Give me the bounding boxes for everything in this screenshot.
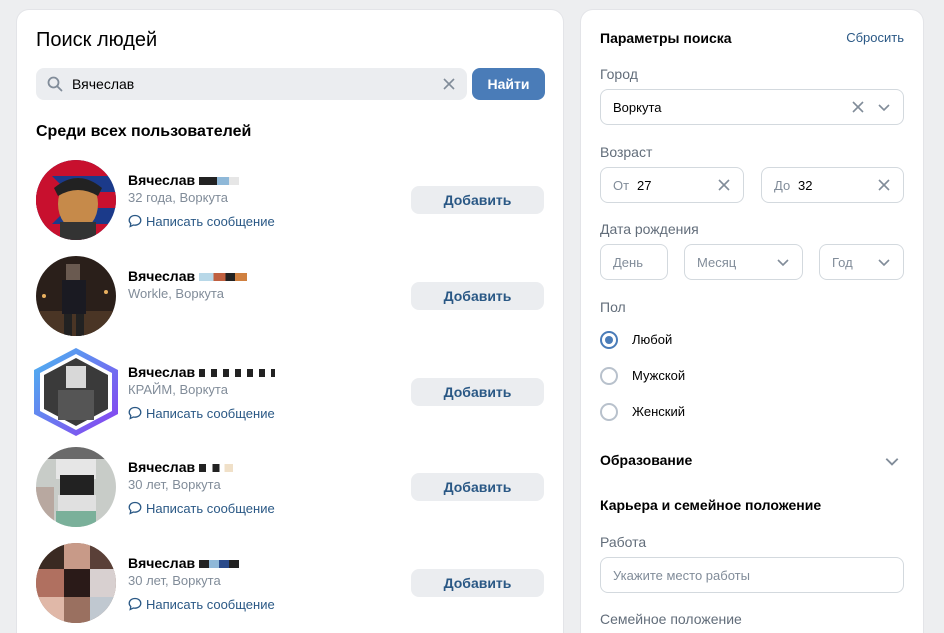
age-from-prefix: От (613, 178, 630, 193)
sex-option-label: Мужской (632, 368, 686, 383)
avatar[interactable] (36, 160, 116, 240)
birth-day-placeholder: День (613, 255, 643, 270)
sex-option-female[interactable]: Женский (600, 402, 800, 422)
user-card: Вячеслав 32 года, Воркута Написать сообщ… (36, 160, 546, 242)
work-placeholder: Укажите место работы (613, 568, 750, 583)
user-name[interactable]: Вячеслав (128, 364, 276, 380)
work-label: Работа (600, 534, 647, 550)
user-card: Вячеслав КРАЙМ, Воркута Написать сообщен… (34, 348, 546, 436)
user-card: Вячеслав 30 лет, Воркута Написать сообще… (36, 447, 546, 529)
clear-icon[interactable] (877, 178, 891, 192)
chevron-down-icon (878, 259, 890, 267)
birth-month-placeholder: Месяц (697, 255, 737, 270)
message-icon (128, 501, 142, 515)
sex-option-male[interactable]: Мужской (600, 366, 800, 386)
radio-icon (600, 331, 618, 349)
user-card: Вячеслав 30 лет, Воркута Написать сообще… (36, 543, 546, 625)
user-name[interactable]: Вячеслав (128, 268, 248, 284)
radio-icon (600, 367, 618, 385)
sex-option-label: Любой (632, 332, 673, 347)
chevron-down-icon[interactable] (884, 453, 900, 469)
city-label: Город (600, 66, 638, 82)
age-to-field[interactable]: До 32 (761, 167, 904, 203)
birth-day-select[interactable]: День (600, 244, 668, 280)
add-friend-button[interactable]: Добавить (411, 282, 544, 310)
find-button[interactable]: Найти (472, 68, 545, 100)
search-query: Вячеслав (72, 76, 135, 92)
age-label: Возраст (600, 144, 653, 160)
user-subtitle: 30 лет, Воркута (128, 477, 221, 492)
add-friend-button[interactable]: Добавить (411, 473, 544, 501)
section-title: Среди всех пользователей (36, 123, 252, 140)
avatar[interactable] (36, 256, 116, 336)
user-name[interactable]: Вячеслав (128, 172, 240, 188)
user-subtitle: 30 лет, Воркута (128, 573, 221, 588)
page-title: Поиск людей (36, 29, 158, 51)
family-status-label: Семейное положение (600, 611, 742, 627)
user-subtitle: КРАЙМ, Воркута (128, 382, 228, 397)
radio-icon (600, 403, 618, 421)
avatar[interactable] (34, 348, 118, 436)
chevron-down-icon[interactable] (877, 100, 891, 114)
people-search-panel: Поиск людей Вячеслав Найти Среди всех по… (17, 10, 563, 633)
add-friend-button[interactable]: Добавить (411, 378, 544, 406)
clear-icon[interactable] (851, 100, 865, 114)
birth-date-label: Дата рождения (600, 221, 699, 237)
user-subtitle: Workle, Воркута (128, 286, 224, 301)
work-input[interactable]: Укажите место работы (600, 557, 904, 593)
write-message-link[interactable]: Написать сообщение (128, 214, 275, 229)
write-message-link[interactable]: Написать сообщение (128, 406, 275, 421)
city-select[interactable]: Воркута (600, 89, 904, 125)
chevron-down-icon (777, 259, 789, 267)
add-friend-button[interactable]: Добавить (411, 186, 544, 214)
user-name[interactable]: Вячеслав (128, 555, 240, 571)
avatar[interactable] (36, 447, 116, 527)
clear-icon[interactable] (441, 76, 457, 92)
avatar[interactable] (36, 543, 116, 623)
career-section-title: Карьера и семейное положение (600, 497, 822, 513)
birth-year-select[interactable]: Год (819, 244, 904, 280)
birth-year-placeholder: Год (832, 255, 853, 270)
reset-link[interactable]: Сбросить (846, 30, 904, 45)
age-from-field[interactable]: От 27 (600, 167, 744, 203)
message-icon (128, 214, 142, 228)
search-icon (47, 76, 63, 92)
education-section-toggle[interactable]: Образование (600, 452, 692, 468)
sex-option-label: Женский (632, 404, 685, 419)
message-icon (128, 406, 142, 420)
sex-label: Пол (600, 299, 626, 315)
age-from-value: 27 (637, 178, 652, 193)
message-icon (128, 597, 142, 611)
search-params-panel: Параметры поиска Сбросить Город Воркута … (581, 10, 923, 633)
search-input[interactable]: Вячеслав (36, 68, 467, 100)
age-to-prefix: До (774, 178, 791, 193)
clear-icon[interactable] (717, 178, 731, 192)
user-name[interactable]: Вячеслав (128, 459, 234, 475)
add-friend-button[interactable]: Добавить (411, 569, 544, 597)
user-subtitle: 32 года, Воркута (128, 190, 229, 205)
write-message-link[interactable]: Написать сообщение (128, 501, 275, 516)
city-value: Воркута (613, 100, 662, 115)
user-card: Вячеслав Workle, Воркута Добавить (36, 256, 546, 338)
age-to-value: 32 (798, 178, 813, 193)
write-message-link[interactable]: Написать сообщение (128, 597, 275, 612)
sex-option-any[interactable]: Любой (600, 330, 800, 350)
birth-month-select[interactable]: Месяц (684, 244, 803, 280)
params-title: Параметры поиска (600, 30, 732, 46)
